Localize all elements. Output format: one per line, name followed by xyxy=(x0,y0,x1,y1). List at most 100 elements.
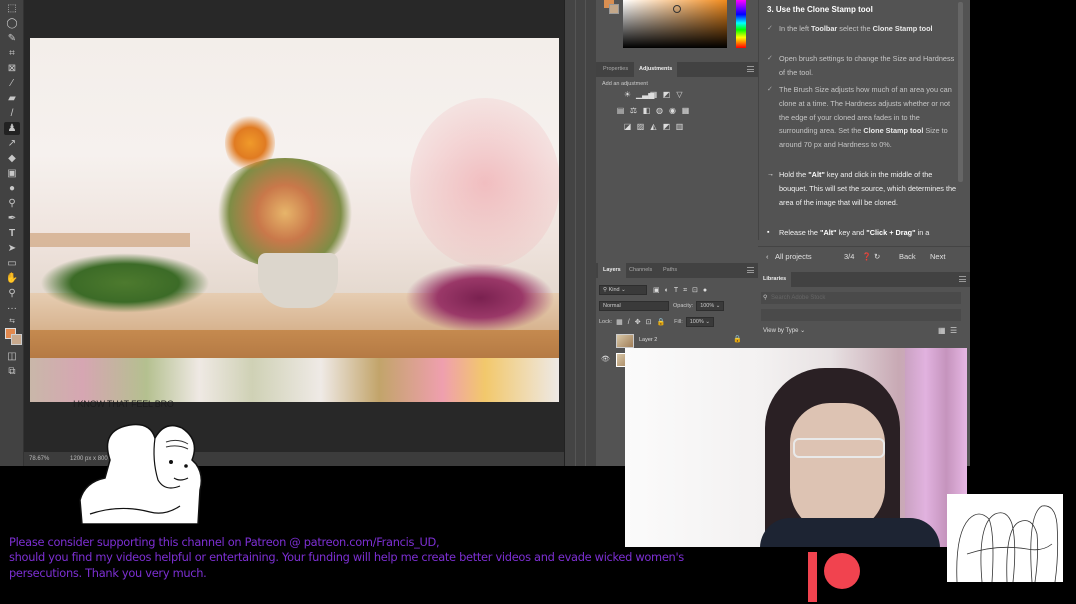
arrow-right-icon: → xyxy=(767,171,774,178)
zoom-tool-icon[interactable]: ⚲ xyxy=(4,287,20,300)
blend-mode-select[interactable]: Normal xyxy=(599,301,669,311)
next-button[interactable]: Next xyxy=(930,252,945,261)
layer-name[interactable]: Layer 2 xyxy=(639,337,657,343)
lock-row: Lock: ▦/✥⊡🔒 Fill: 100% ⌄ xyxy=(599,317,714,327)
message-line: Please consider supporting this channel … xyxy=(9,535,440,549)
reset-icon[interactable]: ↻ xyxy=(874,252,880,261)
tab-adjustments[interactable]: Adjustments xyxy=(634,62,678,77)
background-color-swatch[interactable] xyxy=(11,334,22,345)
selective-color-icon[interactable]: ◩ xyxy=(662,122,671,131)
grid-view-icon[interactable]: ▦ xyxy=(938,326,946,335)
healing-brush-tool-icon[interactable]: ▰ xyxy=(4,92,20,105)
panel-menu-icon[interactable] xyxy=(747,267,754,273)
color-lookup-icon[interactable]: ▦ xyxy=(681,106,690,115)
learn-step-current: → Hold the "Alt" key and click in the mid… xyxy=(767,168,957,209)
view-by-type-select[interactable]: View by Type ⌄ xyxy=(763,327,805,334)
gradient-map-icon[interactable]: ▥ xyxy=(675,122,684,131)
type-tool-icon[interactable]: T xyxy=(4,227,20,240)
flower-photo xyxy=(30,38,559,333)
all-projects-link[interactable]: All projects xyxy=(775,252,812,261)
chevron-left-icon[interactable]: ‹ xyxy=(766,252,769,261)
gradient-tool-icon[interactable]: ▣ xyxy=(4,167,20,180)
black-white-icon[interactable]: ◧ xyxy=(642,106,651,115)
fill-input[interactable]: 100% ⌄ xyxy=(685,317,714,327)
hue-slider[interactable] xyxy=(736,0,746,48)
hand-tool-icon[interactable]: ✋ xyxy=(4,272,20,285)
layers-tabbar: Layers Channels Paths xyxy=(596,263,758,278)
clone-stamp-tool-icon[interactable]: ♟ xyxy=(4,122,20,135)
learn-scrollbar[interactable] xyxy=(958,2,963,182)
collapsed-panel-dock xyxy=(564,0,596,466)
color-balance-icon[interactable]: ⚖ xyxy=(629,106,638,115)
threshold-icon[interactable]: ◭ xyxy=(649,122,658,131)
quick-selection-tool-icon[interactable]: ✎ xyxy=(4,32,20,45)
search-icon: ⚲ xyxy=(763,295,768,301)
filter-type-icons[interactable]: ▣◐T⌗⊡● xyxy=(653,286,712,295)
dock-divider xyxy=(575,0,576,466)
swap-colors-icon[interactable]: ⇆ xyxy=(4,315,20,328)
invert-icon[interactable]: ◪ xyxy=(623,122,632,131)
tab-paths[interactable]: Paths xyxy=(658,263,682,278)
library-select[interactable] xyxy=(761,309,961,321)
path-selection-tool-icon[interactable]: ➤ xyxy=(4,242,20,255)
exposure-icon[interactable]: ◩ xyxy=(662,90,671,99)
frame-tool-icon[interactable]: ⊠ xyxy=(4,62,20,75)
color-selector-ring[interactable] xyxy=(673,5,681,13)
curves-icon[interactable]: ▦ xyxy=(649,90,658,99)
rectangular-marquee-tool-icon[interactable]: ⬚ xyxy=(4,2,20,15)
rectangle-tool-icon[interactable]: ▭ xyxy=(4,257,20,270)
tab-properties[interactable]: Properties xyxy=(598,62,633,77)
person-shirt xyxy=(760,518,940,547)
lock-icons[interactable]: ▦/✥⊡🔒 xyxy=(616,318,670,326)
panel-menu-icon[interactable] xyxy=(959,276,966,282)
brush-tool-icon[interactable]: / xyxy=(4,107,20,120)
dodge-tool-icon[interactable]: ⚲ xyxy=(4,197,20,210)
opacity-label: Opacity: xyxy=(673,303,694,309)
photo-filter-icon[interactable]: ◍ xyxy=(655,106,664,115)
learn-step-done: ✓ In the left Toolbar select the Clone St… xyxy=(767,22,957,36)
quick-mask-icon[interactable]: ◫ xyxy=(4,350,20,363)
more-tools-icon[interactable]: ··· xyxy=(4,302,20,315)
blur-tool-icon[interactable]: ● xyxy=(4,182,20,195)
shelf xyxy=(30,233,190,247)
color-field[interactable] xyxy=(623,0,727,48)
filter-kind-select[interactable]: ⚲ Kind ⌄ xyxy=(599,285,647,295)
panel-menu-icon[interactable] xyxy=(747,66,754,72)
crop-tool-icon[interactable]: ⌗ xyxy=(4,47,20,60)
help-icon[interactable]: ❓ xyxy=(862,252,871,261)
hue-saturation-icon[interactable]: ▤ xyxy=(616,106,625,115)
channel-mixer-icon[interactable]: ◉ xyxy=(668,106,677,115)
color-panel-background[interactable] xyxy=(609,4,619,14)
eraser-tool-icon[interactable]: ◆ xyxy=(4,152,20,165)
history-brush-tool-icon[interactable]: ↗ xyxy=(4,137,20,150)
eyedropper-tool-icon[interactable]: ⁄ xyxy=(4,77,20,90)
bullet-icon: ▪ xyxy=(767,229,770,236)
step-text: In the left xyxy=(779,24,812,33)
step-progress: 3/4 xyxy=(844,252,855,261)
visibility-eye-icon[interactable]: 👁 xyxy=(601,355,610,363)
screen-mode-icon[interactable]: ⧉ xyxy=(4,365,20,378)
dock-divider xyxy=(585,0,586,466)
tab-libraries[interactable]: Libraries xyxy=(758,272,792,287)
learn-step-done: ✓ Open brush settings to change the Size … xyxy=(767,52,957,80)
library-search-input[interactable]: ⚲ Search Adobe Stock xyxy=(761,292,961,304)
brightness-contrast-icon[interactable]: ☀ xyxy=(623,90,632,99)
pen-tool-icon[interactable]: ✒ xyxy=(4,212,20,225)
document-canvas[interactable] xyxy=(30,38,559,402)
step-bold: "Alt" xyxy=(808,170,825,179)
posterize-icon[interactable]: ▨ xyxy=(636,122,645,131)
levels-icon[interactable]: ▁▃▅ xyxy=(636,90,654,99)
lock-label: Lock: xyxy=(599,319,613,325)
check-icon: ✓ xyxy=(767,86,773,93)
list-view-icon[interactable]: ☰ xyxy=(950,326,957,335)
adjustment-row-1: ☀ ▁▃▅ ▦ ◩ ▽ xyxy=(623,90,684,99)
tab-channels[interactable]: Channels xyxy=(624,263,657,278)
patreon-logo-icon xyxy=(808,552,860,602)
tab-layers[interactable]: Layers xyxy=(598,263,626,278)
back-button[interactable]: Back xyxy=(899,252,916,261)
vibrance-icon[interactable]: ▽ xyxy=(675,90,684,99)
opacity-input[interactable]: 100% ⌄ xyxy=(696,301,725,311)
lasso-tool-icon[interactable]: ◯ xyxy=(4,17,20,30)
opacity-value: 100% xyxy=(700,303,715,309)
zoom-level[interactable]: 78.67% xyxy=(29,456,49,462)
